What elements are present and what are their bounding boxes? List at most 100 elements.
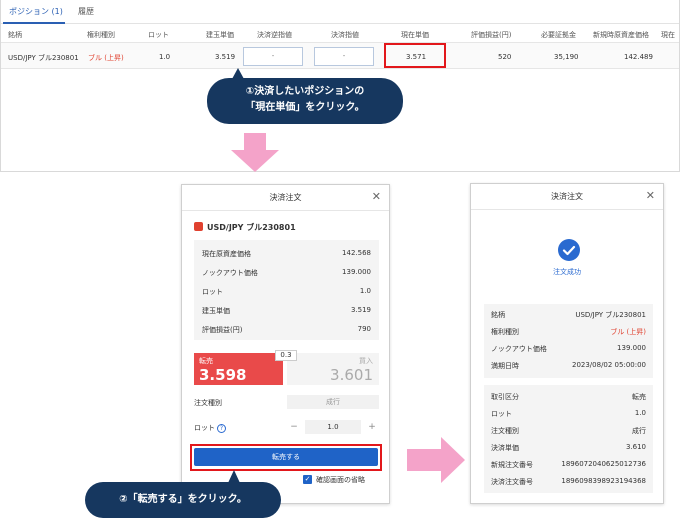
result-value: 2023/08/02 05:00:00 bbox=[571, 361, 646, 369]
callout-step-2: ②「転売する」をクリック。 bbox=[85, 482, 281, 518]
result-value: 1896098398923194368 bbox=[561, 477, 646, 485]
result-label: 決済単価 bbox=[491, 444, 519, 452]
minus-icon[interactable]: − bbox=[287, 420, 301, 434]
info-row: 現在原資産価格 142.568 bbox=[202, 249, 371, 259]
result-info-box-2: 取引区分 転売 ロット 1.0 注文種別 成行 決済単価 3.610 新規注文番号 189… bbox=[484, 385, 653, 493]
callout-step-1: ①決済したいポジションの 「現在単価」をクリック。 bbox=[207, 78, 403, 124]
result-row: ロット 1.0 bbox=[491, 409, 646, 419]
order-symbol-text: USD/JPY ブル230801 bbox=[207, 223, 296, 232]
bull-icon bbox=[194, 222, 203, 231]
buy-price-button[interactable]: 買入 3.601 bbox=[287, 353, 379, 385]
cell-margin: 35,190 bbox=[554, 53, 579, 61]
order-result-dialog: 決済注文 ✕ 注文成功 銘柄 USD/JPY ブル230801 権利種別 ブル (上… bbox=[470, 183, 664, 504]
info-row: ノックアウト価格 139.000 bbox=[202, 268, 371, 278]
result-row: 決済単価 3.610 bbox=[491, 443, 646, 453]
header-lot: ロット bbox=[148, 31, 169, 39]
cell-lot: 1.0 bbox=[159, 53, 171, 61]
plus-icon[interactable]: + bbox=[365, 420, 379, 434]
close-icon[interactable]: ✕ bbox=[372, 191, 381, 203]
header-stop: 決済逆指値 bbox=[257, 31, 292, 39]
info-label: ノックアウト価格 bbox=[202, 269, 258, 277]
info-label: 現在原資産価格 bbox=[202, 250, 251, 258]
result-row: 決済注文番号 1896098398923194368 bbox=[491, 477, 646, 487]
info-value: 139.000 bbox=[342, 268, 371, 276]
result-label: ノックアウト価格 bbox=[491, 345, 547, 353]
info-value: 3.519 bbox=[350, 306, 371, 314]
result-value: ブル (上昇) bbox=[610, 328, 646, 336]
info-label: 建玉単価 bbox=[202, 307, 230, 315]
result-row: 銘柄 USD/JPY ブル230801 bbox=[491, 310, 646, 320]
skip-confirm-label: 確認画面の省略 bbox=[316, 476, 365, 484]
tutorial-screenshot: ポジション (1) 履歴 銘柄 権利種別 ロット 建玉単価 決済逆指値 決済指値… bbox=[0, 0, 680, 523]
header-limit: 決済指値 bbox=[331, 31, 359, 39]
info-label: 評価損益(円) bbox=[202, 326, 243, 334]
tab-positions[interactable]: ポジション (1) bbox=[9, 6, 63, 17]
info-row: ロット 1.0 bbox=[202, 287, 371, 297]
down-arrow-head bbox=[231, 150, 279, 172]
cell-entry-price: 3.519 bbox=[215, 53, 236, 61]
success-check-icon bbox=[558, 239, 580, 261]
right-arrow-icon bbox=[407, 449, 441, 471]
result-label: ロット bbox=[491, 410, 512, 418]
result-value: 3.610 bbox=[625, 443, 646, 451]
sell-submit-button[interactable]: 転売する bbox=[194, 448, 378, 466]
header-right-type: 権利種別 bbox=[87, 31, 115, 39]
lot-label: ロット? bbox=[194, 423, 226, 433]
stop-order-input[interactable]: - bbox=[243, 47, 303, 66]
header-margin: 必要証拠金 bbox=[541, 31, 576, 39]
result-label: 取引区分 bbox=[491, 393, 519, 401]
skip-confirm-checkbox[interactable]: ✓ bbox=[303, 475, 312, 484]
active-tab-indicator bbox=[3, 22, 65, 24]
order-type-label: 注文種別 bbox=[194, 399, 222, 407]
callout-1-line-1: ①決済したいポジションの bbox=[245, 86, 365, 97]
order-type-select[interactable]: 成行 bbox=[287, 395, 379, 409]
cell-pnl: 520 bbox=[498, 53, 512, 61]
callout-1-line-2: 「現在単価」をクリック。 bbox=[245, 102, 365, 113]
result-value: 転売 bbox=[632, 393, 646, 401]
result-label: 注文種別 bbox=[491, 427, 519, 435]
result-row: 新規注文番号 1896072040625012736 bbox=[491, 460, 646, 470]
tab-history[interactable]: 履歴 bbox=[78, 6, 94, 17]
info-row: 建玉単価 3.519 bbox=[202, 306, 371, 316]
result-row: 満期日時 2023/08/02 05:00:00 bbox=[491, 361, 646, 371]
current-price-highlight bbox=[384, 43, 446, 68]
buy-label: 買入 bbox=[359, 357, 373, 365]
cell-initial-underlying: 142.489 bbox=[624, 53, 653, 61]
cell-symbol: USD/JPY ブル230801 bbox=[8, 54, 79, 62]
result-row: 取引区分 転売 bbox=[491, 392, 646, 402]
sell-label: 転売 bbox=[199, 357, 213, 365]
result-info-box-1: 銘柄 USD/JPY ブル230801 権利種別 ブル (上昇) ノックアウト価格 1… bbox=[484, 304, 653, 378]
result-label: 銘柄 bbox=[491, 311, 505, 319]
header-current-underlying: 現在 bbox=[661, 31, 675, 39]
result-value: 1896072040625012736 bbox=[561, 460, 646, 468]
order-symbol: USD/JPY ブル230801 bbox=[194, 222, 296, 233]
result-label: 満期日時 bbox=[491, 362, 519, 370]
header-entry-price: 建玉単価 bbox=[206, 31, 234, 39]
header-initial-underlying: 新規時原資産価格 bbox=[593, 31, 649, 39]
info-value: 790 bbox=[357, 325, 371, 333]
help-icon[interactable]: ? bbox=[217, 424, 226, 433]
header-current-price: 現在単価 bbox=[401, 31, 429, 39]
close-icon[interactable]: ✕ bbox=[646, 190, 655, 202]
info-value: 142.568 bbox=[342, 249, 371, 257]
header-pnl: 評価損益(円) bbox=[471, 31, 512, 39]
info-value: 1.0 bbox=[359, 287, 371, 295]
down-arrow-icon bbox=[244, 133, 266, 150]
limit-order-input[interactable]: - bbox=[314, 47, 374, 66]
info-label: ロット bbox=[202, 288, 223, 296]
sell-price-button[interactable]: 転売 3.598 bbox=[194, 353, 283, 385]
result-row: 注文種別 成行 bbox=[491, 426, 646, 436]
lot-stepper: − 1.0 + bbox=[287, 420, 379, 434]
result-label: 決済注文番号 bbox=[491, 478, 533, 486]
result-row: 権利種別 ブル (上昇) bbox=[491, 327, 646, 337]
right-arrow-head bbox=[441, 437, 465, 483]
result-value: 1.0 bbox=[634, 409, 646, 417]
cell-right-type: ブル (上昇) bbox=[88, 54, 124, 62]
sell-price: 3.598 bbox=[199, 366, 247, 384]
result-value: 成行 bbox=[632, 427, 646, 435]
lot-input[interactable]: 1.0 bbox=[305, 420, 361, 434]
success-text: 注文成功 bbox=[553, 268, 581, 276]
buy-price: 3.601 bbox=[330, 366, 373, 384]
result-row: ノックアウト価格 139.000 bbox=[491, 344, 646, 354]
info-row: 評価損益(円) 790 bbox=[202, 325, 371, 335]
